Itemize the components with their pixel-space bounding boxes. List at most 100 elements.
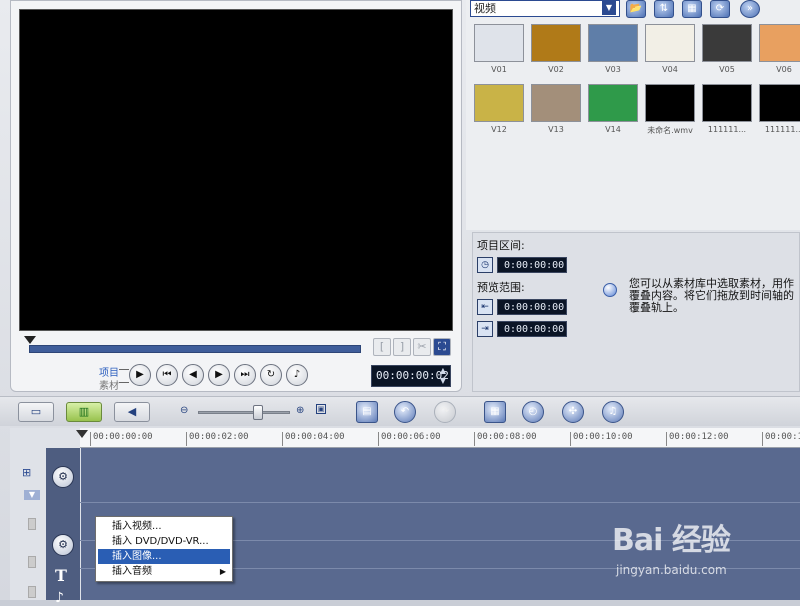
track-icons-column: ⚙ ⚙ T ♪ [46, 448, 80, 606]
mix-audio-icon[interactable]: ✣ [562, 401, 584, 423]
submenu-arrow-icon: ▶ [219, 567, 226, 576]
prev-frame-icon[interactable]: ◀ [182, 364, 204, 386]
volume-icon[interactable]: ♪ [286, 364, 308, 386]
trim-out-button[interactable]: ] [393, 338, 411, 356]
trim-in-button[interactable]: [ [373, 338, 391, 356]
library-thumbnail[interactable]: V01 [472, 24, 526, 79]
sort-icon[interactable]: ⇅ [654, 0, 674, 18]
context-menu-item[interactable]: 插入 DVD/DVD-VR... [98, 534, 230, 549]
context-menu: 插入视频... 插入 DVD/DVD-VR... 插入图像... 插入音频 ▶ [95, 516, 233, 582]
timeline-playhead[interactable] [76, 430, 88, 438]
options-panel: 项目区间: ◷ 0:00:00:00 预览范围: ⇤ 0:00:00:00 ⇥ … [472, 232, 800, 392]
undo-icon[interactable]: ↶ [394, 401, 416, 423]
grid-view-icon[interactable]: ▦ [682, 0, 702, 18]
track-lock-icon[interactable] [28, 586, 36, 598]
library-thumbnail[interactable]: 111111... [700, 84, 754, 139]
library-thumbnail[interactable]: 111111... [757, 84, 800, 139]
ruler-tick-label: 00:00:12:00 [666, 432, 729, 446]
thumbnail-image [474, 24, 524, 62]
library-thumbnail[interactable]: V12 [472, 84, 526, 139]
zoom-in-icon[interactable]: ⊕ [296, 405, 304, 416]
thumbnail-image [702, 84, 752, 122]
insert-media-icon[interactable]: ▤ [356, 401, 378, 423]
context-menu-item[interactable]: 插入视频... [98, 519, 230, 534]
record-capture-icon[interactable]: ◴ [522, 401, 544, 423]
auto-music-icon[interactable]: ♫ [602, 401, 624, 423]
library-thumbnail[interactable]: V14 [586, 84, 640, 139]
watermark-logo: Bai 经验 [612, 523, 731, 558]
next-frame-icon[interactable]: ▶ [208, 364, 230, 386]
library-thumbnail[interactable]: 未命名.wmv [643, 84, 697, 139]
context-menu-item-label: 插入图像... [112, 551, 162, 562]
timecode-spinner[interactable]: ▲ ▼ [437, 366, 449, 386]
zoom-slider-track[interactable] [198, 411, 290, 414]
video-track-icon[interactable]: ⚙ [52, 466, 74, 488]
thumbnail-image [531, 24, 581, 62]
chevron-down-icon[interactable]: ▼ [602, 0, 616, 15]
mark-in-icon[interactable]: ⇤ [477, 299, 493, 315]
thumbnail-label: V04 [662, 65, 678, 74]
folder-icon[interactable]: 📂 [626, 0, 646, 18]
overlay-track-icon[interactable]: ⚙ [52, 534, 74, 556]
timeline-ruler[interactable]: 00:00:00:00 00:00:02:00 00:00:04:00 00:00:0… [80, 428, 800, 448]
voice-track-icon[interactable]: ♪ [55, 590, 64, 606]
track-lock-icon[interactable] [28, 556, 36, 568]
context-menu-item[interactable]: 插入音频 ▶ [98, 564, 230, 579]
thumbnail-label: V01 [491, 65, 507, 74]
track-lock-icon[interactable] [28, 518, 36, 530]
hint-text: 您可以从素材库中选取素材，用作覆叠内容。将它们拖放到时间轴的覆叠轨上。 [629, 277, 794, 314]
library-thumbnail[interactable]: V02 [529, 24, 583, 79]
expand-icon[interactable]: » [740, 0, 760, 18]
ruler-tick-label: 00:00:08:00 [474, 432, 537, 446]
fullscreen-icon[interactable]: ⛶ [433, 338, 451, 356]
library-thumbnail[interactable]: V13 [529, 84, 583, 139]
project-range-label: 项目区间: [477, 239, 525, 252]
preview-start-time[interactable]: 0:00:00:00 [497, 299, 567, 315]
zoom-out-icon[interactable]: ⊖ [180, 405, 188, 416]
context-menu-item-label: 插入音频 [112, 566, 152, 577]
track-manager-icon[interactable]: ⊞ [22, 466, 31, 479]
preview-end-time[interactable]: 0:00:00:00 [497, 321, 567, 337]
library-thumbnail[interactable]: V04 [643, 24, 697, 79]
library-category-dropdown[interactable]: 视频 [470, 0, 620, 17]
thumbnail-image [702, 24, 752, 62]
thumbnail-label: V12 [491, 125, 507, 134]
redo-icon: ↷ [434, 401, 456, 423]
scissors-icon[interactable]: ✂ [413, 338, 431, 356]
thumbnail-image [759, 84, 800, 122]
scrub-bar[interactable] [29, 345, 361, 353]
skip-end-icon[interactable]: ⏭ [234, 364, 256, 386]
library-manager-icon[interactable]: ⟳ [710, 0, 730, 18]
chevron-down-icon[interactable]: ▼ [24, 490, 40, 500]
thumbnail-image [759, 24, 800, 62]
smart-proxy-icon[interactable]: ▦ [484, 401, 506, 423]
thumbnail-grid: V01 V02 V03 V04 V05 V06 V12 V13 V14 未命名.wmv 111111… [472, 24, 800, 144]
mode-clip-label[interactable]: 素材 [89, 377, 119, 392]
context-menu-item-label: 插入 DVD/DVD-VR... [112, 536, 209, 547]
play-icon[interactable]: ▶ [129, 364, 151, 386]
timeline-cursor-line [80, 448, 81, 600]
timeline-view-button[interactable]: ▥ [66, 402, 102, 422]
library-thumbnail[interactable]: V05 [700, 24, 754, 79]
scrubber-handle[interactable] [24, 336, 36, 344]
audio-view-button[interactable]: ◀ [114, 402, 150, 422]
mark-out-icon[interactable]: ⇥ [477, 321, 493, 337]
thumbnail-label: 未命名.wmv [647, 126, 693, 135]
context-menu-item-label: 插入视频... [112, 521, 162, 532]
library-thumbnail[interactable]: V03 [586, 24, 640, 79]
track-separator [80, 502, 800, 503]
library-thumbnail[interactable]: V06 [757, 24, 800, 79]
thumbnail-label: V03 [605, 65, 621, 74]
library-panel: 视频 ▼ 📂 ⇅ ▦ ⟳ » V01 V02 V03 V04 V05 V06 V12 V13 V… [466, 0, 800, 230]
zoom-slider-thumb[interactable] [253, 405, 263, 420]
thumbnail-image [588, 24, 638, 62]
fit-project-icon[interactable]: ▣ [316, 404, 326, 414]
thumbnail-label: 111111... [707, 125, 747, 134]
context-menu-item[interactable]: 插入图像... [98, 549, 230, 564]
title-track-icon[interactable]: T [55, 566, 67, 585]
repeat-icon[interactable]: ↻ [260, 364, 282, 386]
skip-start-icon[interactable]: ⏮ [156, 364, 178, 386]
project-range-time[interactable]: 0:00:00:00 [497, 257, 567, 273]
storyboard-view-button[interactable]: ▭ [18, 402, 54, 422]
thumbnail-label: V06 [776, 65, 792, 74]
